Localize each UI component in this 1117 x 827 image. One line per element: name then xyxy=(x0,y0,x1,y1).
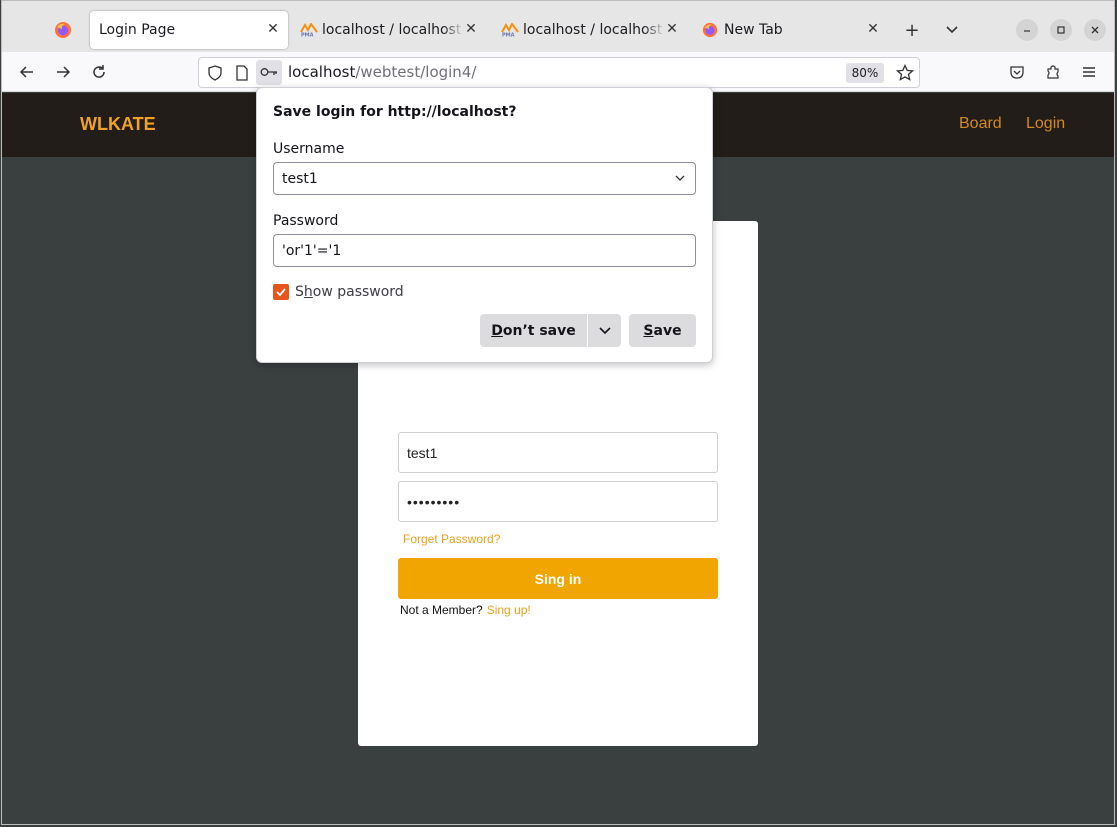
tab-new-tab[interactable]: New Tab ✕ xyxy=(702,11,892,49)
url-path: /webtest/login4/ xyxy=(355,63,477,81)
member-row: Not a Member? Sing up! xyxy=(400,603,531,617)
back-button[interactable] xyxy=(16,61,38,83)
arrow-right-icon xyxy=(57,66,71,78)
password-label: Password xyxy=(273,213,339,229)
popup-username-value: test1 xyxy=(282,170,318,187)
chevron-down-icon xyxy=(598,326,611,334)
tab-strip: Login Page ✕ PMA localhost / localhost /… xyxy=(2,1,1114,52)
reload-button[interactable] xyxy=(88,61,110,83)
username-input[interactable]: test1 xyxy=(398,432,718,473)
checkmark-icon xyxy=(276,288,286,297)
popup-username-field[interactable]: test1 xyxy=(273,162,696,195)
label-part: S xyxy=(295,284,304,300)
zoom-level-button[interactable]: 80% xyxy=(846,63,884,83)
hamburger-menu-icon xyxy=(1083,67,1095,77)
password-key-button[interactable] xyxy=(256,60,282,85)
new-tab-button[interactable]: + xyxy=(901,19,923,41)
chevron-down-icon[interactable] xyxy=(673,171,687,185)
navigation-toolbar: localhost/webtest/login4/ 80% xyxy=(2,52,1114,92)
show-password-label[interactable]: Show password xyxy=(295,284,404,300)
dont-save-hotkey: D xyxy=(491,322,503,339)
browser-window: Login Page ✕ PMA localhost / localhost /… xyxy=(1,0,1115,825)
popup-password-field[interactable]: 'or'1'='1 xyxy=(273,234,696,267)
url-host: localhost xyxy=(288,63,356,81)
firefox-view-icon[interactable] xyxy=(54,21,72,39)
sign-up-link[interactable]: Sing up! xyxy=(487,603,531,617)
shield-icon[interactable] xyxy=(207,65,223,81)
save-login-popup: Save login for http://localhost? Usernam… xyxy=(256,87,713,363)
tab-title: New Tab xyxy=(724,22,783,38)
tab-localhost-2[interactable]: PMA localhost / localhost / ✕ xyxy=(501,11,691,49)
firefox-icon xyxy=(702,22,718,38)
popup-title: Save login for http://localhost? xyxy=(273,104,517,120)
nav-link-board[interactable]: Board xyxy=(959,115,1002,133)
dont-save-rest: on’t save xyxy=(502,322,576,339)
forward-button[interactable] xyxy=(52,61,74,83)
username-label: Username xyxy=(273,141,345,157)
close-tab-icon[interactable]: ✕ xyxy=(866,22,880,36)
svg-text:PMA: PMA xyxy=(301,33,314,38)
label-part: ow password xyxy=(312,284,404,300)
label-hotkey: h xyxy=(303,284,313,300)
extensions-button[interactable] xyxy=(1042,61,1064,83)
page-info-icon[interactable] xyxy=(235,65,249,81)
dont-save-button[interactable]: Don’t save xyxy=(480,314,587,347)
pocket-button[interactable] xyxy=(1006,61,1028,83)
chevron-down-icon xyxy=(946,26,958,34)
url-text: localhost/webtest/login4/ xyxy=(288,63,476,81)
sign-in-button[interactable]: Sing in xyxy=(398,558,718,599)
close-tab-icon[interactable]: ✕ xyxy=(266,22,280,36)
minimize-icon xyxy=(1024,30,1030,32)
list-all-tabs-button[interactable] xyxy=(941,19,963,41)
tab-localhost-1[interactable]: PMA localhost / localhost / ✕ xyxy=(300,11,490,49)
password-input[interactable]: ••••••••• xyxy=(398,481,718,522)
phpmyadmin-icon: PMA xyxy=(300,23,318,37)
close-tab-icon[interactable]: ✕ xyxy=(665,22,679,36)
tab-title: localhost / localhost / xyxy=(523,22,665,38)
site-brand[interactable]: WLKATE xyxy=(80,114,156,135)
show-password-checkbox[interactable] xyxy=(273,284,289,300)
tab-title: Login Page xyxy=(99,22,176,38)
app-menu-button[interactable] xyxy=(1078,61,1100,83)
arrow-left-icon xyxy=(19,66,33,78)
close-tab-icon[interactable]: ✕ xyxy=(464,22,478,36)
close-icon xyxy=(1091,26,1099,34)
dont-save-menu-button[interactable] xyxy=(588,314,621,347)
not-member-text: Not a Member? xyxy=(400,603,483,617)
minimize-button[interactable] xyxy=(1016,19,1038,41)
forget-password-link[interactable]: Forget Password? xyxy=(403,532,500,546)
pocket-icon xyxy=(1010,66,1024,79)
svg-text:PMA: PMA xyxy=(502,33,515,38)
tab-login-page[interactable]: Login Page ✕ xyxy=(90,11,288,49)
save-rest: ave xyxy=(653,322,682,339)
tab-title: localhost / localhost / xyxy=(322,22,464,38)
puzzle-icon xyxy=(1047,65,1059,79)
maximize-icon xyxy=(1057,26,1065,34)
url-bar[interactable]: localhost/webtest/login4/ 80% xyxy=(198,57,920,88)
bookmark-star-icon[interactable] xyxy=(896,64,914,82)
save-button[interactable]: Save xyxy=(629,314,696,347)
save-hotkey: S xyxy=(643,322,654,339)
nav-link-login[interactable]: Login xyxy=(1026,115,1065,133)
maximize-button[interactable] xyxy=(1050,19,1072,41)
phpmyadmin-icon: PMA xyxy=(501,23,519,37)
close-window-button[interactable] xyxy=(1084,19,1106,41)
popup-password-value: 'or'1'='1 xyxy=(282,242,342,259)
key-icon xyxy=(260,68,277,76)
reload-icon xyxy=(93,65,105,78)
